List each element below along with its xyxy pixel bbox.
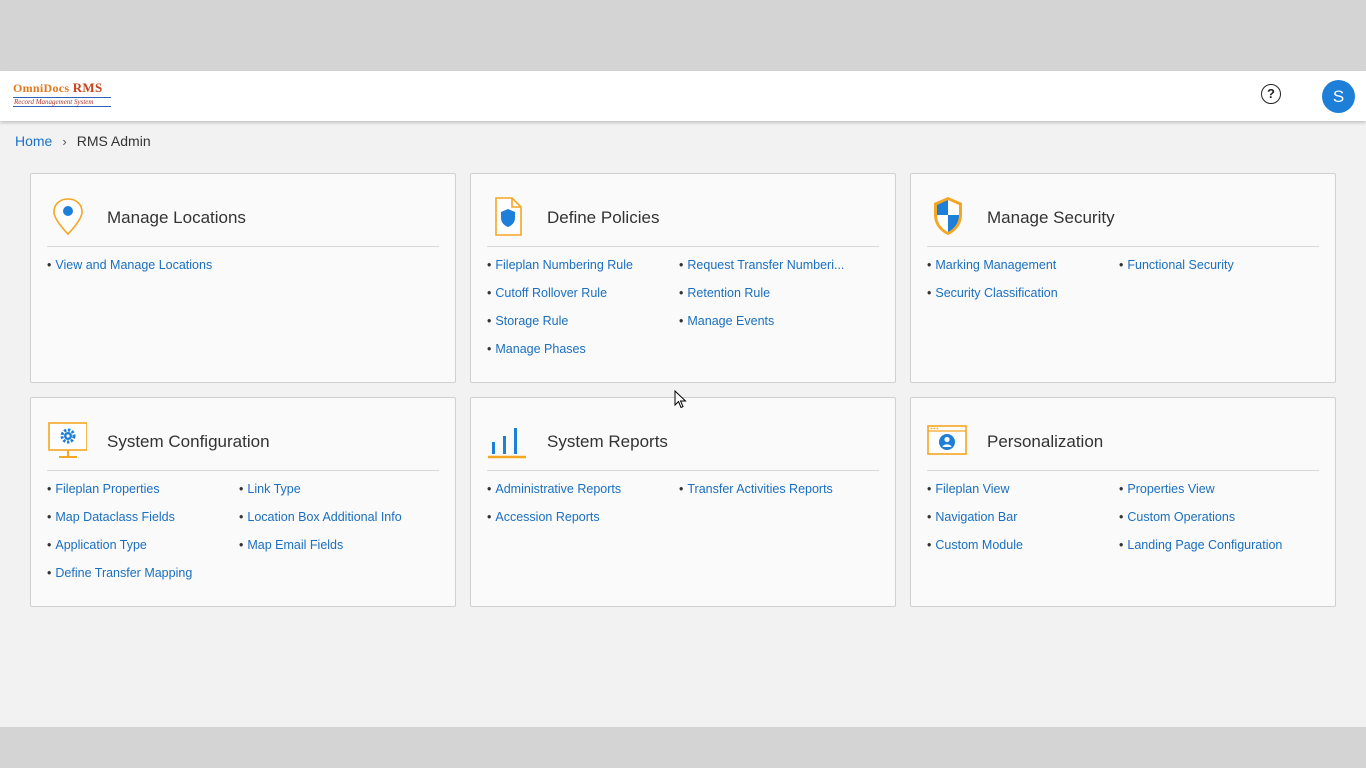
link-location-box-additional-info[interactable]: Location Box Additional Info [239, 508, 443, 527]
card-manage-locations: Manage Locations View and Manage Locatio… [30, 173, 456, 383]
link-navigation-bar[interactable]: Navigation Bar [927, 508, 1119, 527]
breadcrumb-home-link[interactable]: Home [15, 133, 52, 149]
card-divider [927, 470, 1319, 471]
breadcrumb-current: RMS Admin [76, 133, 151, 149]
user-avatar[interactable]: S [1322, 80, 1355, 113]
link-define-transfer-mapping[interactable]: Define Transfer Mapping [47, 564, 239, 583]
link-fileplan-view[interactable]: Fileplan View [927, 480, 1119, 499]
link-storage-rule[interactable]: Storage Rule [487, 312, 679, 331]
card-define-policies: Define Policies Fileplan Numbering Rule … [470, 173, 896, 383]
card-divider [47, 246, 439, 247]
link-fileplan-numbering-rule[interactable]: Fileplan Numbering Rule [487, 256, 679, 275]
chevron-right-icon: › [62, 133, 67, 149]
link-map-email-fields[interactable]: Map Email Fields [239, 536, 443, 555]
card-title: System Configuration [107, 432, 270, 451]
card-links: Marking Management Functional Security S… [927, 256, 1323, 303]
bar-chart-icon [488, 428, 526, 459]
breadcrumb: Home › RMS Admin [15, 133, 151, 149]
help-icon[interactable]: ? [1261, 84, 1281, 104]
card-title: Manage Locations [107, 208, 246, 227]
location-pin-icon [53, 198, 83, 236]
policy-document-icon [495, 197, 522, 236]
link-application-type[interactable]: Application Type [47, 536, 239, 555]
link-custom-operations[interactable]: Custom Operations [1119, 508, 1323, 527]
card-title: Define Policies [547, 208, 660, 227]
card-title: Personalization [987, 432, 1104, 451]
link-manage-events[interactable]: Manage Events [679, 312, 883, 331]
card-title: Manage Security [987, 208, 1115, 227]
monitor-gear-icon [48, 422, 87, 458]
security-shield-icon [934, 197, 962, 235]
link-custom-module[interactable]: Custom Module [927, 536, 1119, 555]
card-title: System Reports [547, 432, 668, 451]
card-divider [487, 470, 879, 471]
logo-main-text: OmniDocs [13, 81, 70, 95]
link-retention-rule[interactable]: Retention Rule [679, 284, 883, 303]
top-header: OmniDocs RMS Record Management System ? … [0, 71, 1366, 121]
link-map-dataclass-fields[interactable]: Map Dataclass Fields [47, 508, 239, 527]
link-cutoff-rollover-rule[interactable]: Cutoff Rollover Rule [487, 284, 679, 303]
card-divider [47, 470, 439, 471]
mouse-cursor-icon [674, 390, 687, 409]
card-links: Fileplan View Properties View Navigation… [927, 480, 1323, 555]
card-links: Fileplan Numbering Rule Request Transfer… [487, 256, 883, 359]
link-functional-security[interactable]: Functional Security [1119, 256, 1323, 275]
link-request-transfer-numbering[interactable]: Request Transfer Numberi... [679, 256, 883, 275]
link-link-type[interactable]: Link Type [239, 480, 443, 499]
link-fileplan-properties[interactable]: Fileplan Properties [47, 480, 239, 499]
card-personalization: Personalization Fileplan View Properties… [910, 397, 1336, 607]
card-system-reports: System Reports Administrative Reports Tr… [470, 397, 896, 607]
link-transfer-activities-reports[interactable]: Transfer Activities Reports [679, 480, 883, 499]
card-links: Fileplan Properties Link Type Map Datacl… [47, 480, 443, 583]
card-links: View and Manage Locations [47, 256, 443, 275]
logo-rms-text: RMS [72, 80, 103, 95]
link-marking-management[interactable]: Marking Management [927, 256, 1119, 275]
link-administrative-reports[interactable]: Administrative Reports [487, 480, 679, 499]
card-divider [487, 246, 879, 247]
link-accession-reports[interactable]: Accession Reports [487, 508, 679, 527]
link-manage-phases[interactable]: Manage Phases [487, 340, 679, 359]
link-landing-page-configuration[interactable]: Landing Page Configuration [1119, 536, 1323, 555]
link-security-classification[interactable]: Security Classification [927, 284, 1119, 303]
logo-subtitle: Record Management System [13, 97, 111, 107]
card-system-configuration: System Configuration Fileplan Properties… [30, 397, 456, 607]
omnidocs-rms-logo[interactable]: OmniDocs RMS Record Management System [13, 80, 111, 108]
card-manage-security: Manage Security Marking Management Funct… [910, 173, 1336, 383]
card-divider [927, 246, 1319, 247]
card-links: Administrative Reports Transfer Activiti… [487, 480, 883, 527]
link-view-manage-locations[interactable]: View and Manage Locations [47, 256, 443, 275]
user-window-icon [927, 425, 967, 455]
link-properties-view[interactable]: Properties View [1119, 480, 1323, 499]
